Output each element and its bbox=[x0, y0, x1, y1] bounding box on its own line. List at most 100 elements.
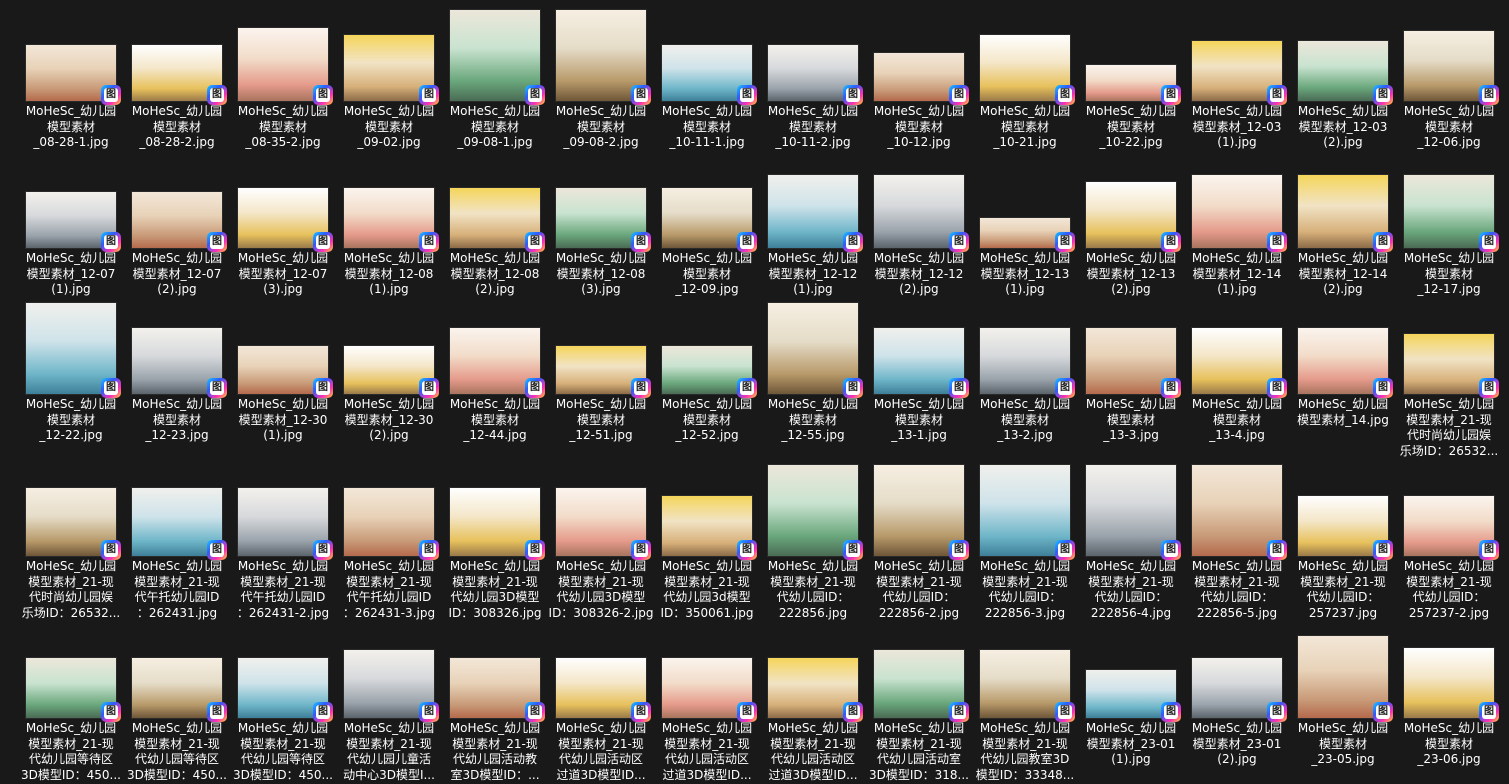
file-name-line: MoHeSc_幼儿园 bbox=[873, 104, 965, 118]
file-name-line: MoHeSc_幼儿园 bbox=[449, 559, 541, 573]
file-name-line: 模型素材 bbox=[152, 119, 201, 134]
thumbnail-area: 图 bbox=[866, 53, 972, 105]
file-name-line: MoHeSc_幼儿园 bbox=[237, 397, 329, 411]
file-name: MoHeSc_幼儿园 模型素材_21-现 代时尚幼儿园娱 乐场ID：26532... bbox=[18, 559, 124, 621]
image-file-icon: 图 bbox=[1373, 702, 1393, 722]
file-name-line: 模型素材 bbox=[46, 412, 95, 427]
image-file-icon: 图 bbox=[949, 702, 969, 722]
file-name-line: _23-05.jpg bbox=[1311, 752, 1375, 766]
file-name-line: (1).jpg bbox=[1217, 282, 1257, 296]
file-name-line: 模型素材_21-现 bbox=[346, 574, 432, 589]
file-name-line: 代幼儿园活动区 bbox=[558, 752, 643, 766]
file-name-line: 模型素材 bbox=[576, 412, 625, 427]
file-name-line: 模型素材_21-现 bbox=[770, 736, 856, 751]
file-name-line: MoHeSc_幼儿园 bbox=[25, 559, 117, 573]
file-name-line: 代幼儿园ID： bbox=[1200, 590, 1274, 604]
thumbnail-area: 图 bbox=[1078, 65, 1184, 105]
thumbnail-area: 图 bbox=[1290, 496, 1396, 560]
file-name-line: MoHeSc_幼儿园 bbox=[1191, 721, 1283, 735]
image-thumbnail: 图 bbox=[662, 188, 757, 252]
image-file-icon: 图 bbox=[1161, 540, 1181, 560]
file-name: MoHeSc_幼儿园 模型素材_23-01 (2).jpg bbox=[1184, 721, 1290, 768]
image-file-icon: 图 bbox=[1267, 540, 1287, 560]
file-name-line: 模型素材_21-现 bbox=[1194, 574, 1280, 589]
image-file-icon: 图 bbox=[1479, 378, 1499, 398]
file-name-line: 代午托幼儿园ID bbox=[346, 590, 432, 604]
thumbnail-area: 图 bbox=[654, 658, 760, 722]
image-thumbnail: 图 bbox=[132, 45, 227, 105]
image-thumbnail: 图 bbox=[1086, 465, 1181, 560]
file-name-line: _10-22.jpg bbox=[1099, 135, 1163, 149]
file-name-line: 3D模型ID：450... bbox=[126, 767, 227, 782]
thumbnail-area: 图 bbox=[866, 465, 972, 560]
image-thumbnail: 图 bbox=[1298, 496, 1393, 560]
file-name-line: MoHeSc_幼儿园 bbox=[555, 721, 647, 735]
file-name-line: MoHeSc_幼儿园 bbox=[131, 721, 223, 735]
image-thumbnail: 图 bbox=[1404, 31, 1499, 105]
file-name: MoHeSc_幼儿园 模型素材_21-现 代幼儿园教室3D 模型ID：33348... bbox=[972, 721, 1078, 783]
file-name-line: 模型素材 bbox=[470, 119, 519, 134]
file-name-line: _12-44.jpg bbox=[463, 428, 527, 442]
file-name: MoHeSc_幼儿园 模型素材 _09-08-1.jpg bbox=[442, 104, 548, 151]
file-name-line: MoHeSc_幼儿园 bbox=[767, 251, 859, 265]
image-thumbnail: 图 bbox=[556, 10, 651, 105]
file-name-line: 代幼儿园3D模型 bbox=[556, 590, 646, 604]
file-name: MoHeSc_幼儿园 模型素材 _12-09.jpg bbox=[654, 251, 760, 298]
image-file-icon: 图 bbox=[949, 232, 969, 252]
image-thumbnail: 图 bbox=[874, 650, 969, 722]
thumbnail-area: 图 bbox=[866, 650, 972, 722]
file-name-line: 模型素材 bbox=[364, 119, 413, 134]
image-thumbnail: 图 bbox=[1192, 465, 1287, 560]
image-file-icon: 图 bbox=[843, 85, 863, 105]
image-file-icon: 图 bbox=[101, 540, 121, 560]
file-name: MoHeSc_幼儿园 模型素材_21-现 代幼儿园ID： 222856-2.jpg bbox=[866, 559, 972, 621]
file-name-line: MoHeSc_幼儿园 bbox=[343, 559, 435, 573]
file-name: MoHeSc_幼儿园 模型素材 _12-06.jpg bbox=[1396, 104, 1502, 151]
file-name: MoHeSc_幼儿园 模型素材_12-12 (2).jpg bbox=[866, 251, 972, 298]
file-name: MoHeSc_幼儿园 模型素材_21-现 代幼儿园活动教 室3D模型ID：... bbox=[442, 721, 548, 783]
image-thumbnail: 图 bbox=[768, 658, 863, 722]
file-name-line: 代幼儿园ID： bbox=[776, 590, 850, 604]
file-name-line: (1).jpg bbox=[263, 428, 303, 442]
file-name-line: MoHeSc_幼儿园 bbox=[1297, 397, 1389, 411]
image-thumbnail: 图 bbox=[238, 346, 333, 398]
file-name: MoHeSc_幼儿园 模型素材_21-现 代时尚幼儿园娱 乐场ID：26532... bbox=[1396, 397, 1502, 459]
image-thumbnail: 图 bbox=[132, 488, 227, 560]
image-thumbnail: 图 bbox=[450, 488, 545, 560]
thumbnail-area: 图 bbox=[124, 192, 230, 252]
image-file-icon: 图 bbox=[1267, 85, 1287, 105]
file-name-line: ：262431-3.jpg bbox=[342, 605, 436, 620]
image-file-icon: 图 bbox=[313, 232, 333, 252]
file-name-line: 模型素材_21-现 bbox=[982, 736, 1068, 751]
file-name: MoHeSc_幼儿园 模型素材 _23-05.jpg bbox=[1290, 721, 1396, 768]
image-file-icon: 图 bbox=[631, 85, 651, 105]
file-name-line: _12-51.jpg bbox=[569, 428, 633, 442]
file-name: MoHeSc_幼儿园 模型素材_12-08 (1).jpg bbox=[336, 251, 442, 298]
image-file-icon: 图 bbox=[1479, 232, 1499, 252]
image-thumbnail: 图 bbox=[874, 328, 969, 398]
image-thumbnail: 图 bbox=[874, 465, 969, 560]
file-name-line: 模型素材_21-现 bbox=[982, 574, 1068, 589]
file-name-line: (1).jpg bbox=[1111, 752, 1151, 766]
file-name-line: 模型素材_23-01 bbox=[1192, 736, 1282, 751]
image-file-icon: 图 bbox=[737, 232, 757, 252]
image-file-icon: 图 bbox=[843, 540, 863, 560]
file-name-line: 模型素材_14.jpg bbox=[1297, 412, 1389, 427]
file-name: MoHeSc_幼儿园 模型素材 _10-21.jpg bbox=[972, 104, 1078, 151]
file-name: MoHeSc_幼儿园 模型素材_21-现 代午托幼儿园ID ：262431-3.jpg bbox=[336, 559, 442, 621]
file-name-line: (1).jpg bbox=[1217, 135, 1257, 149]
image-file-icon: 图 bbox=[419, 232, 439, 252]
image-thumbnail: 图 bbox=[26, 658, 121, 722]
file-name-line: 模型素材_21-现 bbox=[770, 574, 856, 589]
file-name-line: 模型素材_21-现 bbox=[664, 574, 750, 589]
file-name-line: 模型素材_21-现 bbox=[876, 736, 962, 751]
image-thumbnail: 图 bbox=[450, 328, 545, 398]
file-name: MoHeSc_幼儿园 模型素材_12-13 (2).jpg bbox=[1078, 251, 1184, 298]
thumbnail-area: 图 bbox=[760, 45, 866, 105]
file-name-line: MoHeSc_幼儿园 bbox=[1403, 721, 1495, 735]
file-name-line: MoHeSc_幼儿园 bbox=[661, 559, 753, 573]
file-name: MoHeSc_幼儿园 模型素材_12-03 (1).jpg bbox=[1184, 104, 1290, 151]
thumbnail-area: 图 bbox=[1396, 496, 1502, 560]
file-name-line: 模型素材 bbox=[1424, 736, 1473, 751]
file-name-line: _10-12.jpg bbox=[887, 135, 951, 149]
